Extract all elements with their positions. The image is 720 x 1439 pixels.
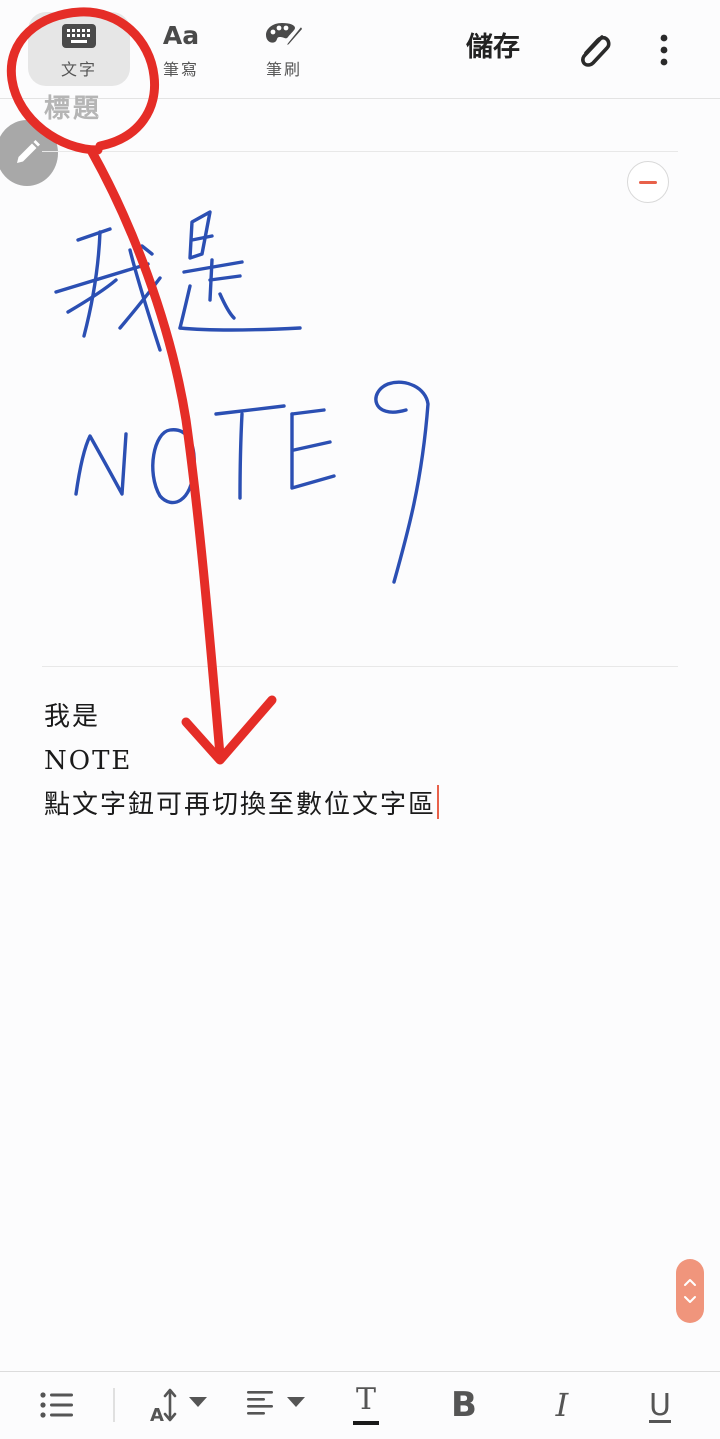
text-mode-button[interactable]: 文字 bbox=[28, 12, 130, 86]
underline-button[interactable]: U bbox=[638, 1382, 682, 1428]
more-options-button[interactable] bbox=[646, 28, 682, 74]
text-cursor bbox=[437, 785, 440, 819]
scroll-up-icon[interactable] bbox=[683, 1276, 697, 1288]
svg-text:A: A bbox=[150, 1405, 164, 1425]
attach-button[interactable] bbox=[572, 28, 618, 74]
handwriting-mode-label: 筆寫 bbox=[162, 60, 199, 79]
handwriting-ink bbox=[54, 210, 430, 584]
handwriting-icon-text: Aa bbox=[162, 21, 200, 50]
more-vert-icon bbox=[660, 34, 668, 66]
bold-button[interactable]: B bbox=[442, 1382, 486, 1428]
scroll-control[interactable] bbox=[676, 1259, 704, 1323]
text-mode-label: 文字 bbox=[60, 60, 97, 79]
brush-palette-icon bbox=[264, 20, 304, 52]
underline-glyph: U bbox=[649, 1387, 671, 1423]
italic-button[interactable]: I bbox=[540, 1382, 584, 1428]
save-button[interactable]: 儲存 bbox=[458, 26, 528, 70]
format-toolbar: A T B I U bbox=[0, 1371, 720, 1439]
list-button[interactable] bbox=[34, 1382, 80, 1428]
handwriting-area[interactable] bbox=[42, 152, 678, 666]
font-size-icon: A bbox=[150, 1388, 207, 1425]
body-line-last: 點文字鈕可再切換至數位文字區 bbox=[44, 783, 440, 827]
brush-mode-button[interactable]: 筆刷 bbox=[233, 12, 335, 86]
text-color-glyph: T bbox=[355, 1382, 376, 1417]
paperclip-icon bbox=[581, 35, 611, 67]
note-body[interactable]: 我是 NOTE 點文字鈕可再切換至數位文字區 bbox=[44, 695, 440, 827]
list-icon bbox=[40, 1392, 73, 1418]
font-size-button[interactable]: A bbox=[146, 1382, 212, 1428]
scroll-down-icon[interactable] bbox=[683, 1294, 697, 1306]
keyboard-icon bbox=[61, 20, 97, 52]
handwriting-icon: Aa bbox=[163, 20, 199, 52]
pencil-icon bbox=[17, 140, 40, 163]
body-line-text: 點文字鈕可再切換至數位文字區 bbox=[44, 790, 437, 820]
text-color-swatch bbox=[353, 1421, 379, 1425]
minus-icon bbox=[639, 180, 657, 184]
remove-handwriting-button[interactable] bbox=[627, 161, 669, 203]
bold-glyph: B bbox=[451, 1385, 477, 1425]
italic-glyph: I bbox=[555, 1386, 569, 1424]
title-field[interactable]: 標題 bbox=[44, 88, 102, 125]
handwriting-mode-button[interactable]: Aa 筆寫 bbox=[130, 12, 232, 86]
handwriting-divider bbox=[42, 666, 678, 667]
body-line: NOTE bbox=[44, 746, 133, 776]
body-line: 我是 bbox=[44, 702, 101, 732]
top-toolbar: 文字 Aa 筆寫 筆刷 儲存 bbox=[0, 0, 720, 99]
text-color-button[interactable]: T bbox=[344, 1382, 388, 1428]
align-button[interactable] bbox=[243, 1382, 309, 1428]
align-icon bbox=[247, 1391, 305, 1415]
toolbar-divider bbox=[113, 1388, 115, 1422]
brush-mode-label: 筆刷 bbox=[265, 60, 302, 79]
